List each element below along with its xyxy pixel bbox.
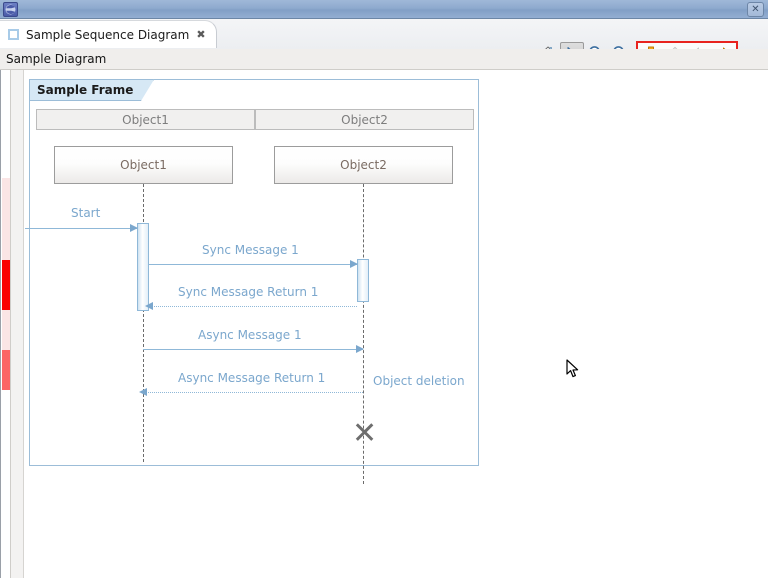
editor-tab-row: Sample Sequence Diagram ✖ — [0, 19, 768, 49]
editor-gutter — [11, 70, 24, 578]
message-line-sync-1[interactable] — [149, 264, 357, 265]
window-titlebar: ✕ — [0, 0, 768, 19]
arrowhead-sync-return-1 — [145, 302, 153, 310]
frame-label-tab: Sample Frame — [30, 80, 154, 101]
tab-label: Sample Sequence Diagram — [26, 28, 189, 42]
sequence-diagram-canvas[interactable]: Sample Frame Object1 Object2 Object1 Obj… — [25, 70, 768, 578]
message-label-object-deletion: Object deletion — [373, 374, 465, 388]
message-line-start[interactable] — [25, 228, 137, 229]
diagram-title-bar: Sample Diagram — [0, 49, 768, 70]
mouse-pointer — [566, 359, 580, 383]
marker-error-primary[interactable] — [2, 260, 10, 310]
overview-marker-bar[interactable] — [2, 70, 11, 578]
arrowhead-async-return-1 — [139, 388, 147, 396]
message-label-sync-return-1: Sync Message Return 1 — [178, 285, 318, 299]
frame-tab-corner — [140, 79, 154, 102]
sequence-frame[interactable]: Sample Frame Object1 Object2 Object1 Obj… — [29, 79, 479, 466]
tab-sample-sequence-diagram[interactable]: Sample Sequence Diagram ✖ — [0, 20, 217, 48]
header-cell-label: Object1 — [122, 113, 169, 127]
marker-warning-secondary[interactable] — [2, 350, 10, 390]
diagram-icon — [8, 29, 19, 40]
activation-bar-object2[interactable] — [357, 259, 369, 302]
lifeline-label: Object2 — [340, 158, 387, 172]
message-label-start: Start — [71, 206, 100, 220]
lifeline-head-object1[interactable]: Object1 — [54, 146, 233, 184]
header-cell-object1[interactable]: Object1 — [36, 109, 255, 130]
lifeline-head-object2[interactable]: Object2 — [274, 146, 453, 184]
lifeline-label: Object1 — [120, 158, 167, 172]
close-icon[interactable]: ✖ — [196, 29, 205, 40]
destroy-marker-icon: ✕ — [352, 419, 377, 449]
header-cell-label: Object2 — [341, 113, 388, 127]
arrowhead-async-1 — [356, 345, 364, 353]
activation-bar-object1[interactable] — [137, 223, 149, 311]
message-line-sync-return-1[interactable] — [149, 306, 357, 307]
frame-label: Sample Frame — [37, 83, 133, 97]
message-line-async-1[interactable] — [143, 349, 363, 350]
message-label-sync-1: Sync Message 1 — [202, 243, 299, 257]
message-label-async-return-1: Async Message Return 1 — [178, 371, 325, 385]
application-window: ✕ Sample Sequence Diagram ✖ — [0, 0, 768, 578]
message-label-async-1: Async Message 1 — [198, 328, 302, 342]
message-line-async-return-1[interactable] — [143, 392, 363, 393]
editor-canvas-area: Sample Frame Object1 Object2 Object1 Obj… — [0, 70, 768, 578]
arrowhead-start — [130, 224, 138, 232]
arrowhead-sync-1 — [350, 260, 358, 268]
eclipse-icon — [3, 2, 18, 17]
header-cell-object2[interactable]: Object2 — [255, 109, 474, 130]
page-title: Sample Diagram — [6, 52, 106, 66]
window-close-button[interactable]: ✕ — [747, 2, 764, 17]
